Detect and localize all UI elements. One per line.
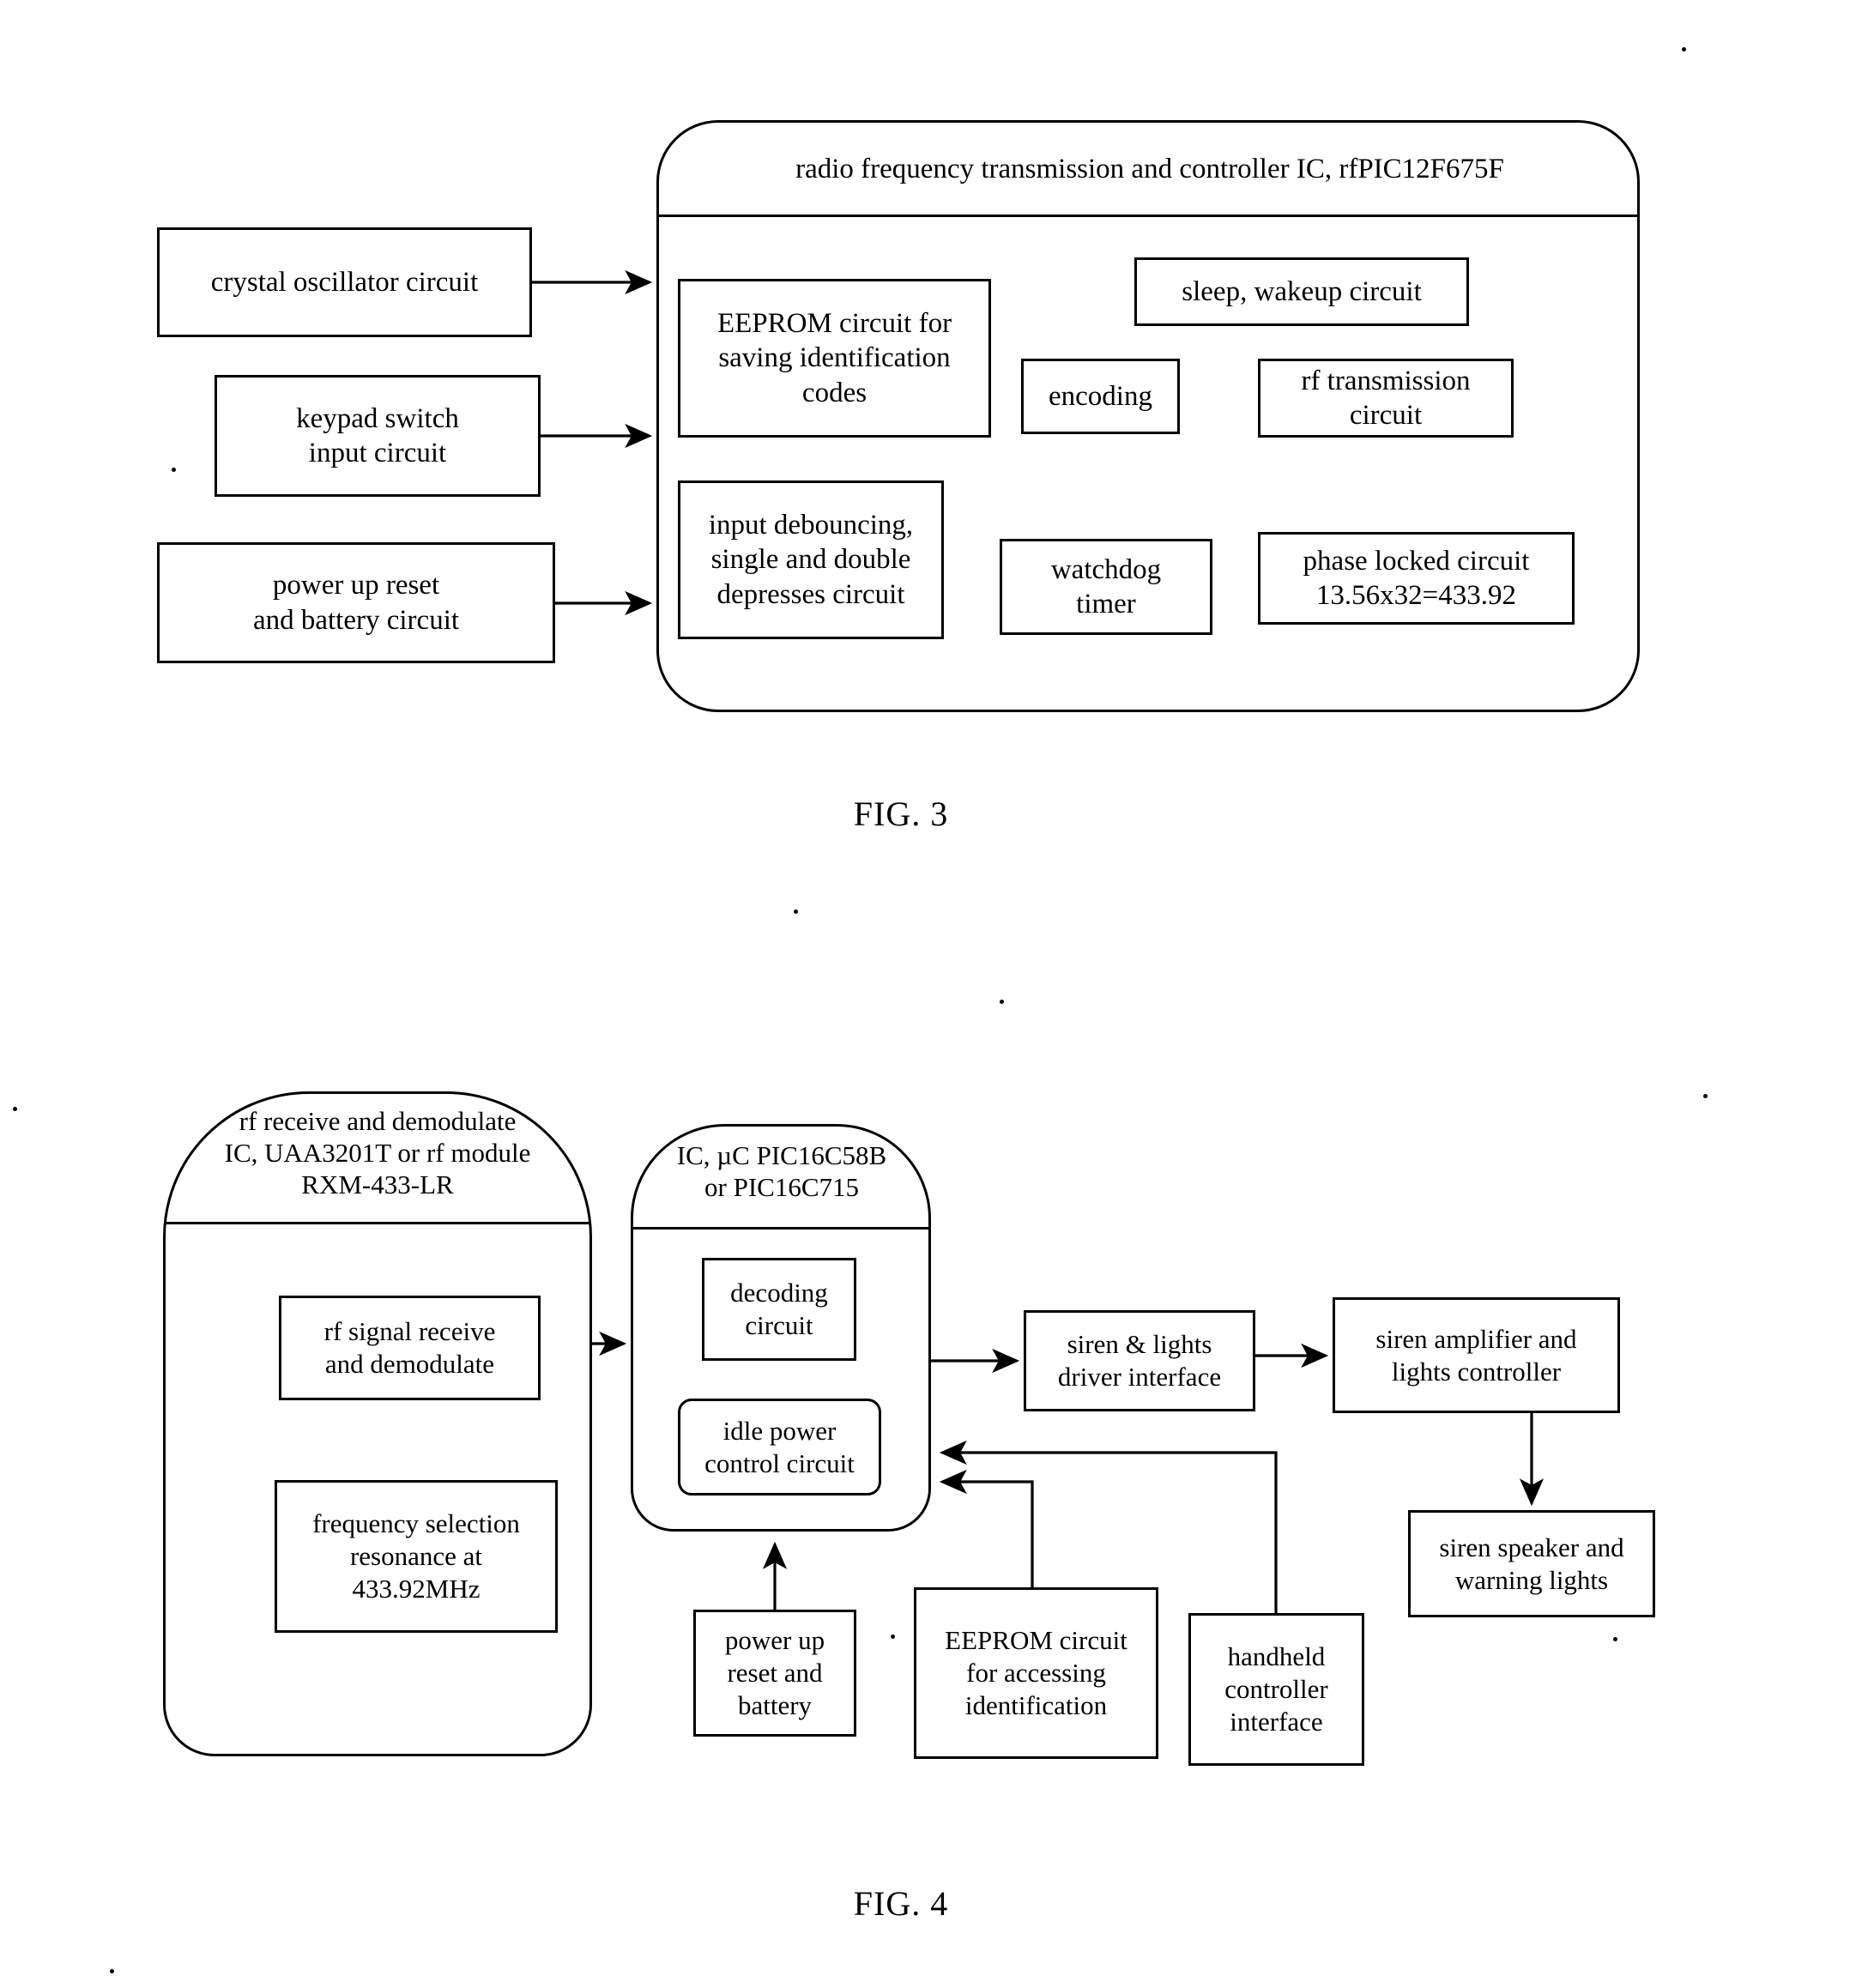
crystal-oscillator-circuit-box[interactable]: crystal oscillator circuit xyxy=(157,227,532,337)
power-up-reset-and-battery-circuit-label: power up reset and battery circuit xyxy=(252,570,460,636)
ic-header-divider xyxy=(659,215,1637,217)
ic-container-title: radio frequency transmission and control… xyxy=(795,154,1504,184)
eeprom-saving-identification-codes-box[interactable]: EEPROM circuit for saving identification c… xyxy=(678,279,991,438)
eeprom-saving-identification-codes-label: EEPROM circuit for saving identification c… xyxy=(716,308,952,408)
input-debouncing-circuit-box[interactable]: input debouncing, single and double depres… xyxy=(678,480,944,639)
eeprom-circuit-for-accessing-identification-label: EEPROM circuit for accessing identificatio… xyxy=(945,1625,1127,1720)
siren-speaker-and-warning-lights-box[interactable]: siren speaker and warning lights xyxy=(1408,1510,1655,1617)
siren-and-lights-driver-interface-label: siren & lights driver interface xyxy=(1057,1329,1222,1392)
scan-speck xyxy=(13,1107,17,1111)
ic2-header-divider xyxy=(633,1227,928,1230)
frequency-selection-resonance-box[interactable]: frequency selection resonance at 433.92MHz xyxy=(275,1480,558,1633)
rf-transmission-circuit-box[interactable]: rf transmission circuit xyxy=(1258,359,1514,438)
scan-speck xyxy=(1000,1000,1004,1004)
encoding-label: encoding xyxy=(1049,380,1152,412)
watchdog-timer-box[interactable]: watchdog timer xyxy=(1000,539,1212,635)
power-up-reset-and-battery-circuit-box[interactable]: power up reset and battery circuit xyxy=(157,542,555,663)
handheld-controller-interface-label: handheld controller interface xyxy=(1224,1641,1328,1737)
scan-speck xyxy=(1613,1637,1617,1641)
scan-speck xyxy=(1703,1094,1708,1098)
siren-speaker-and-warning-lights-label: siren speaker and warning lights xyxy=(1439,1532,1624,1595)
patent-figure-sheet: radio frequency transmission and control… xyxy=(0,0,1874,1988)
keypad-switch-input-circuit-box[interactable]: keypad switch input circuit xyxy=(215,375,541,497)
siren-and-lights-driver-interface-box[interactable]: siren & lights driver interface xyxy=(1024,1310,1255,1411)
ic1-header-divider xyxy=(166,1222,589,1224)
scan-speck xyxy=(110,1969,114,1973)
decoding-circuit-label: decoding circuit xyxy=(730,1278,828,1340)
scan-speck xyxy=(891,1635,895,1639)
ic2-container-title: IC, µC PIC16C58B or PIC16C715 xyxy=(676,1140,887,1203)
idle-power-control-circuit-label: idle power control circuit xyxy=(704,1415,855,1478)
scan-speck xyxy=(1682,47,1686,51)
rf-transmission-circuit-label: rf transmission circuit xyxy=(1301,365,1471,431)
sleep-wakeup-circuit-label: sleep, wakeup circuit xyxy=(1182,275,1422,307)
encoding-box[interactable]: encoding xyxy=(1021,359,1180,434)
rf-signal-receive-and-demodulate-box[interactable]: rf signal receive and demodulate xyxy=(279,1296,541,1400)
figure-3-label: FIG. 3 xyxy=(853,795,949,833)
scan-speck xyxy=(172,468,176,472)
ic1-container-title: rf receive and demodulate IC, UAA3201T or… xyxy=(224,1106,531,1200)
keypad-switch-input-circuit-label: keypad switch input circuit xyxy=(296,402,459,468)
input-debouncing-circuit-label: input debouncing, single and double depres… xyxy=(708,510,914,610)
sleep-wakeup-circuit-box[interactable]: sleep, wakeup circuit xyxy=(1134,257,1469,326)
phase-locked-circuit-box[interactable]: phase locked circuit 13.56x32=433.92 xyxy=(1258,532,1575,625)
phase-locked-circuit-label: phase locked circuit 13.56x32=433.92 xyxy=(1303,545,1530,611)
siren-amplifier-and-lights-controller-label: siren amplifier and lights controller xyxy=(1375,1323,1577,1387)
frequency-selection-resonance-label: frequency selection resonance at 433.92MHz xyxy=(312,1508,520,1604)
crystal-oscillator-circuit-label: crystal oscillator circuit xyxy=(210,266,479,298)
power-up-reset-and-battery-label: power up reset and battery xyxy=(724,1625,825,1720)
siren-amplifier-and-lights-controller-box[interactable]: siren amplifier and lights controller xyxy=(1333,1297,1620,1413)
eeprom-circuit-for-accessing-identification-box[interactable]: EEPROM circuit for accessing identificatio… xyxy=(914,1587,1158,1759)
scan-speck xyxy=(794,909,798,914)
handheld-controller-interface-box[interactable]: handheld controller interface xyxy=(1188,1613,1364,1766)
watchdog-timer-label: watchdog timer xyxy=(1050,553,1162,619)
power-up-reset-and-battery-box[interactable]: power up reset and battery xyxy=(693,1610,856,1737)
idle-power-control-circuit-box[interactable]: idle power control circuit xyxy=(678,1399,881,1496)
rf-signal-receive-and-demodulate-label: rf signal receive and demodulate xyxy=(323,1316,496,1379)
decoding-circuit-box[interactable]: decoding circuit xyxy=(702,1258,856,1361)
figure-4-label: FIG. 4 xyxy=(853,1884,949,1923)
